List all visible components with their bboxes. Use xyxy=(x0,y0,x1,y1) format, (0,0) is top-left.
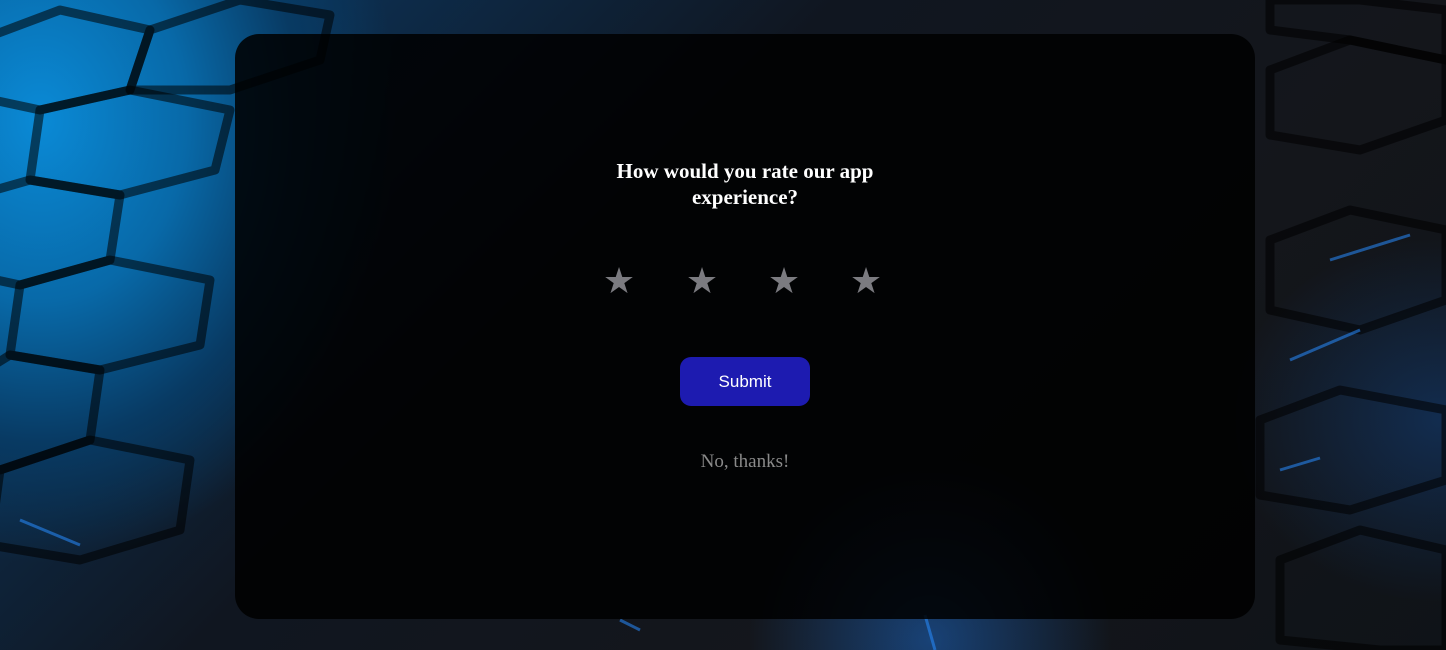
submit-button[interactable]: Submit xyxy=(680,357,810,406)
no-thanks-link[interactable]: No, thanks! xyxy=(645,450,845,474)
star-icon-1[interactable]: ★ xyxy=(597,260,641,304)
star-rating[interactable]: ★ ★ ★ ★ xyxy=(597,260,897,304)
rating-dialog: How would you rate our app experience? ★… xyxy=(235,34,1255,619)
star-icon-2[interactable]: ★ xyxy=(680,260,724,304)
star-icon-4[interactable]: ★ xyxy=(844,260,888,304)
star-icon-3[interactable]: ★ xyxy=(762,260,806,304)
rating-question: How would you rate our app experience? xyxy=(616,159,874,209)
